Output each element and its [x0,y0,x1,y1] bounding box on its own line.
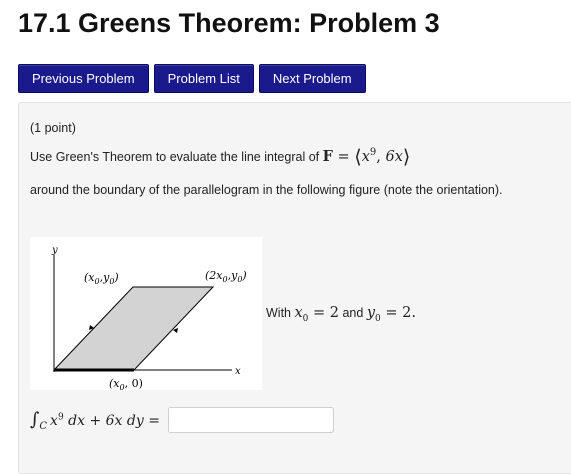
figure-svg: y x (x0,y0) (2x0,y0) (x0, 0) [51,245,247,390]
and-text: and [339,306,367,320]
angle-open: ⟨ [354,146,362,168]
x-axis-label: x [235,366,241,377]
vector-symbol: F [322,148,333,165]
parallelogram [52,286,215,371]
previous-problem-button[interactable]: Previous Problem [18,64,149,93]
bottom-vertex-label: (x0, 0) [109,377,143,390]
y-axis-label: y [51,245,58,256]
vector-field: F = ⟨x9, 6x⟩ [322,146,411,168]
vector-first: x [361,149,370,165]
y0-value: y0 = 2. [366,305,416,324]
with-prefix: With [266,306,295,320]
next-problem-button[interactable]: Next Problem [258,64,366,93]
parallelogram-figure: y x (x0,y0) (2x0,y0) (x0, 0) [30,237,262,390]
problem-statement-cont: around the boundary of the parallelogram… [30,183,503,197]
problem-statement: Use Green's Theorem to evaluate the line… [30,146,410,168]
integral-expression: ∫C x9 dx + 6x dy = [30,408,160,432]
problem-nav: Previous Problem Problem List Next Probl… [18,64,366,93]
top-right-vertex-label: (2x0,y0) [205,269,247,284]
answer-row: ∫C x9 dx + 6x dy = [30,407,334,433]
x0-value: x0 = 2 [294,305,339,324]
given-values: With x0 = 2 and y0 = 2. [266,305,416,324]
page-title: 17.1 Greens Theorem: Problem 3 [18,8,440,38]
top-left-vertex-label: (x0,y0) [84,271,119,286]
vector-second: 6x [385,149,403,165]
statement-intro: Use Green's Theorem to evaluate the line… [30,150,320,164]
point-value: (1 point) [30,121,76,135]
answer-input[interactable] [167,407,334,433]
angle-close: ⟩ [402,146,411,168]
problem-list-button[interactable]: Problem List [153,64,254,93]
vector-eq: = [332,149,355,165]
